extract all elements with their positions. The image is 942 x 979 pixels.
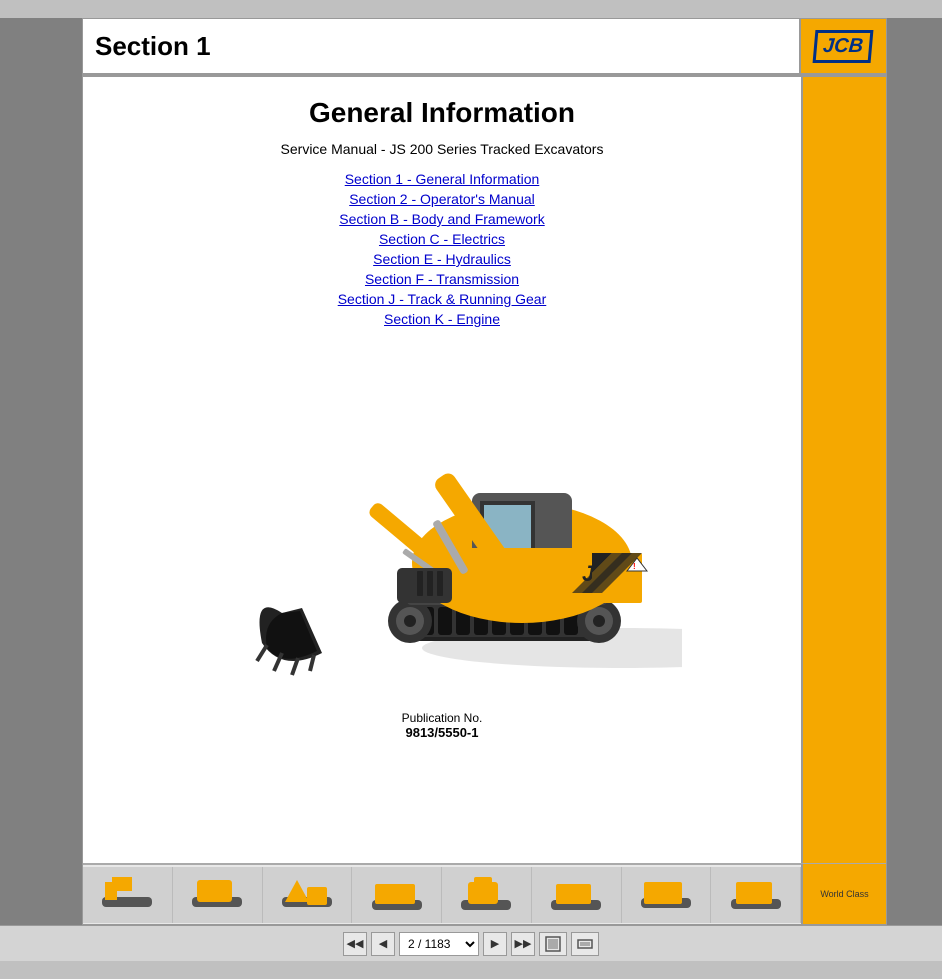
pub-label: Publication No. xyxy=(113,711,771,725)
pub-number: 9813/5550-1 xyxy=(113,725,771,740)
jcb-logo: JCB xyxy=(813,30,874,63)
publication-area: Publication No. 9813/5550-1 xyxy=(113,703,771,744)
toc-link-5[interactable]: Section E - Hydraulics xyxy=(373,251,511,267)
section-title-area: Section 1 xyxy=(83,19,801,73)
thumb-4[interactable] xyxy=(352,867,442,923)
thumb-6[interactable] xyxy=(532,867,622,923)
document-area: Section 1 JCB General Information Servic… xyxy=(82,18,887,925)
next-page-button[interactable]: ▶ xyxy=(483,932,507,956)
doc-subtitle: Service Manual - JS 200 Series Tracked E… xyxy=(113,141,771,157)
bottom-bar xyxy=(0,961,942,979)
thumb-2[interactable] xyxy=(173,867,263,923)
thumbnail-strip xyxy=(83,864,801,924)
thumb-8[interactable] xyxy=(711,867,801,923)
toc-links: Section 1 - General Information Section … xyxy=(113,171,771,327)
thumbnail-strip-row: World Class xyxy=(83,863,886,924)
doc-body: General Information Service Manual - JS … xyxy=(83,77,801,863)
page-select[interactable]: 2 / 1183 xyxy=(399,932,479,956)
jcb-logo-area: JCB xyxy=(801,19,886,73)
toc-link-3[interactable]: Section B - Body and Framework xyxy=(339,211,544,227)
first-page-button[interactable]: ◀◀ xyxy=(343,932,367,956)
svg-text:!: ! xyxy=(633,562,636,571)
doc-content-inner: General Information Service Manual - JS … xyxy=(83,77,886,863)
toc-link-4[interactable]: Section C - Electrics xyxy=(379,231,505,247)
left-margin xyxy=(0,18,82,925)
toc-link-2[interactable]: Section 2 - Operator's Manual xyxy=(349,191,535,207)
top-bar xyxy=(0,0,942,18)
fit-page-button[interactable] xyxy=(539,932,567,956)
nav-bar: ◀◀ ◀ 2 / 1183 ▶ ▶▶ xyxy=(0,925,942,961)
excavator-container: JCB xyxy=(113,343,771,703)
doc-sidebar xyxy=(801,77,886,863)
thumb-3[interactable] xyxy=(263,867,353,923)
thumb-1[interactable] xyxy=(83,867,173,923)
toc-link-8[interactable]: Section K - Engine xyxy=(384,311,500,327)
right-margin xyxy=(887,18,942,925)
toc-link-1[interactable]: Section 1 - General Information xyxy=(345,171,540,187)
last-page-button[interactable]: ▶▶ xyxy=(511,932,535,956)
section-title: Section 1 xyxy=(95,31,211,62)
doc-title: General Information xyxy=(113,97,771,129)
thumb-5[interactable] xyxy=(442,867,532,923)
fit-width-button[interactable] xyxy=(571,932,599,956)
thumb-7[interactable] xyxy=(622,867,712,923)
bottom-orange-sidebar: World Class xyxy=(801,864,886,924)
section-header: Section 1 JCB xyxy=(83,19,886,75)
toc-link-6[interactable]: Section F - Transmission xyxy=(365,271,519,287)
world-class-label: World Class xyxy=(818,887,870,901)
doc-content-wrapper: General Information Service Manual - JS … xyxy=(83,77,886,924)
toc-link-7[interactable]: Section J - Track & Running Gear xyxy=(338,291,547,307)
prev-page-button[interactable]: ◀ xyxy=(371,932,395,956)
main-wrapper: Section 1 JCB General Information Servic… xyxy=(0,18,942,925)
excavator-image: JCB xyxy=(202,353,682,693)
